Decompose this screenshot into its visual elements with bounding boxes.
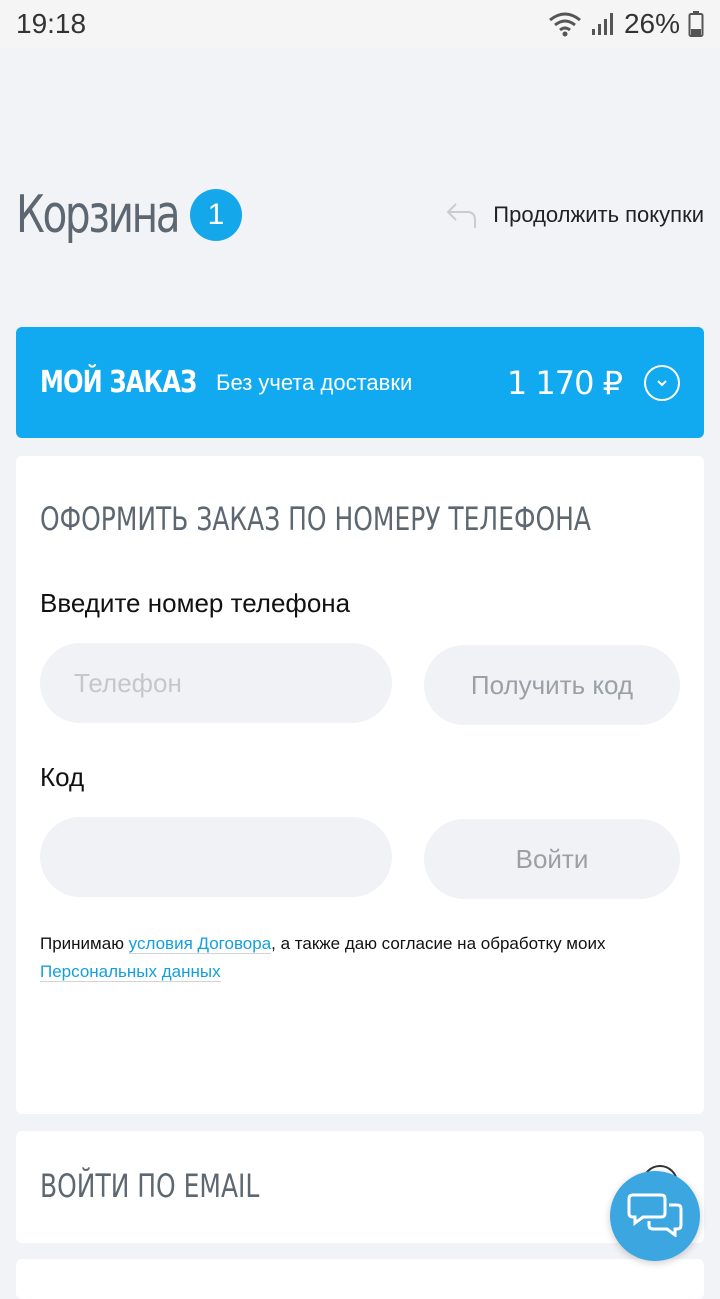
status-icons: 26%	[548, 8, 704, 40]
continue-shopping-link[interactable]: Продолжить покупки	[445, 200, 704, 230]
chat-button[interactable]	[610, 1171, 700, 1261]
battery-icon	[688, 10, 704, 38]
status-time: 19:18	[16, 8, 87, 39]
cart-header: Корзина 1 Продолжить покупки	[16, 175, 704, 255]
order-title: МОЙ ЗАКАЗ	[40, 365, 197, 400]
consent-middle: , а также даю согласие на обработку моих	[271, 934, 606, 953]
phone-label: Введите номер телефона	[40, 588, 351, 618]
cart-count-badge: 1	[190, 189, 242, 241]
code-input[interactable]	[40, 817, 392, 897]
battery-text: 26%	[623, 8, 680, 39]
order-subtitle: Без учета доставки	[216, 369, 413, 395]
phone-section-title: ОФОРМИТЬ ЗАКАЗ ПО НОМЕРУ ТЕЛЕФОНА	[40, 500, 591, 538]
consent-prefix: Принимаю	[40, 934, 129, 953]
contract-terms-link[interactable]: условия Договора	[128, 934, 272, 954]
signal-icon	[590, 11, 616, 37]
get-code-button[interactable]: Получить код	[424, 645, 680, 725]
login-button[interactable]: Войти	[424, 819, 680, 899]
page-title: Корзина	[16, 185, 181, 245]
chat-icon	[627, 1191, 683, 1242]
chevron-down-icon[interactable]	[644, 364, 680, 401]
status-bar: 19:18 26%	[0, 0, 720, 48]
next-card	[16, 1259, 704, 1299]
email-section-title: ВОЙТИ ПО EMAIL	[40, 1167, 260, 1205]
personal-data-link[interactable]: Персональных данных	[40, 962, 221, 982]
consent-text: Принимаю условия Договора, а также даю с…	[40, 930, 680, 986]
continue-shopping-label: Продолжить покупки	[493, 202, 704, 227]
phone-order-card: ОФОРМИТЬ ЗАКАЗ ПО НОМЕРУ ТЕЛЕФОНА Введит…	[16, 456, 704, 1114]
code-label: Код	[40, 762, 85, 792]
title-wrap: Корзина 1	[16, 185, 242, 245]
back-arrow-icon	[445, 200, 479, 230]
wifi-icon	[548, 11, 582, 37]
email-login-card[interactable]: ВОЙТИ ПО EMAIL	[16, 1131, 704, 1243]
order-summary-bar[interactable]: МОЙ ЗАКАЗ Без учета доставки 1 170 ₽	[16, 327, 704, 438]
order-sum: 1 170 ₽	[506, 363, 623, 402]
phone-input[interactable]	[40, 643, 392, 723]
